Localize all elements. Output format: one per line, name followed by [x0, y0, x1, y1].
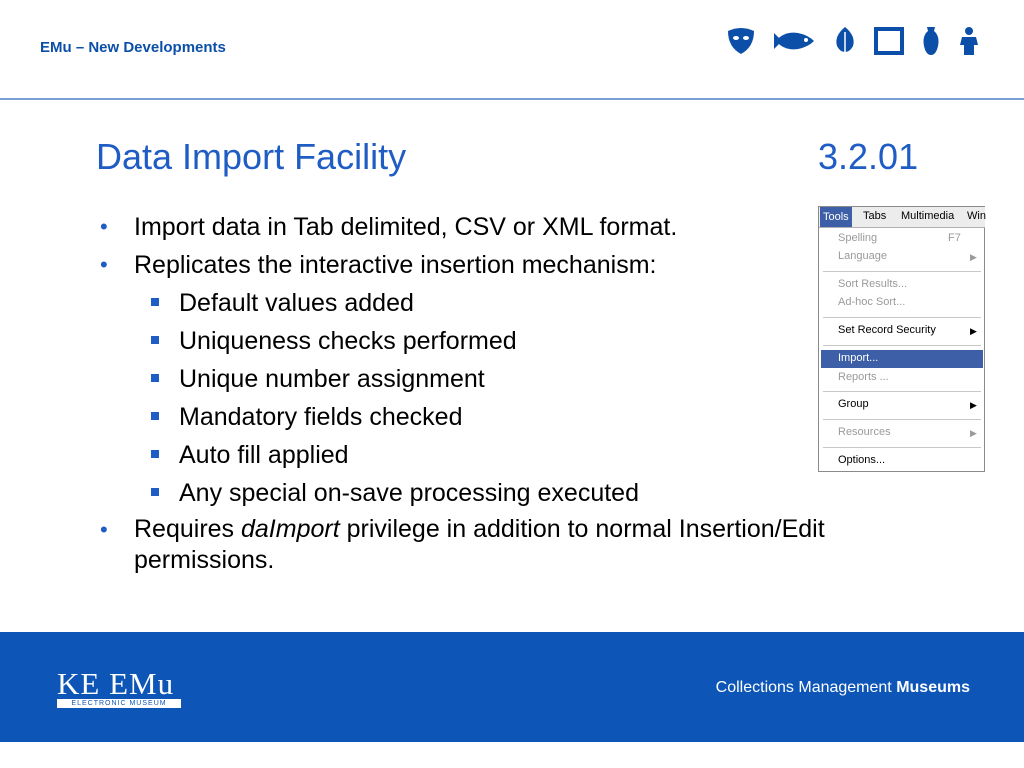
- bullet-list: Import data in Tab delimited, CSV or XML…: [96, 210, 936, 576]
- bottom-strip: [0, 742, 1024, 768]
- footer-tagline: Collections Management Museums: [716, 679, 970, 697]
- sub-bullet-item: Unique number assignment: [96, 362, 936, 396]
- slide-number: 3.2.01: [818, 136, 919, 177]
- menu-separator: [823, 419, 981, 420]
- submenu-arrow-icon: ▶: [970, 400, 977, 410]
- menubar-tabs[interactable]: Tabs: [863, 210, 886, 222]
- ke-emu-logo: KE EMu: [57, 666, 175, 701]
- bullet-item: Import data in Tab delimited, CSV or XML…: [96, 210, 936, 244]
- header-icons: [726, 26, 980, 56]
- sub-bullet-item: Auto fill applied: [96, 438, 936, 472]
- slide-title: Data Import Facility: [96, 136, 407, 177]
- menu-item-reports[interactable]: Reports ...: [838, 371, 889, 383]
- sub-bullet-item: Uniqueness checks performed: [96, 324, 936, 358]
- vase-icon: [923, 27, 939, 55]
- tools-menu-screenshot: Tools Tabs Multimedia Win Spelling F7 La…: [818, 206, 986, 472]
- figure-icon: [960, 27, 978, 55]
- menubar-tools[interactable]: Tools: [820, 207, 852, 227]
- menu-item-import[interactable]: Import...: [838, 352, 878, 364]
- menu-separator: [823, 447, 981, 448]
- header-title: EMu – New Developments: [40, 39, 226, 56]
- menu-item-set-record-security[interactable]: Set Record Security: [838, 324, 936, 336]
- submenu-arrow-icon: ▶: [970, 326, 977, 336]
- privilege-name: daImport: [241, 515, 340, 543]
- submenu-arrow-icon: ▶: [970, 252, 977, 262]
- leaf-icon: [836, 27, 854, 56]
- tagline-text: Collections Management: [715, 679, 897, 696]
- menu-separator: [823, 317, 981, 318]
- menu-item-sort-results[interactable]: Sort Results...: [838, 278, 907, 290]
- menu-separator: [823, 391, 981, 392]
- menu-item-adhoc-sort[interactable]: Ad-hoc Sort...: [838, 296, 905, 308]
- tagline-bold: Museums: [896, 679, 970, 696]
- bullet-item: Replicates the interactive insertion mec…: [96, 248, 936, 282]
- menubar-window[interactable]: Win: [967, 210, 986, 222]
- sub-bullet-item: Default values added: [96, 286, 936, 320]
- fish-icon: [774, 32, 814, 50]
- menu-item-resources[interactable]: Resources: [838, 426, 891, 438]
- bullet-item: Requires daImport privilege in addition …: [96, 514, 936, 576]
- sub-bullet-item: Mandatory fields checked: [96, 400, 936, 434]
- menu-item-group[interactable]: Group: [838, 398, 869, 410]
- menu-item-options[interactable]: Options...: [838, 454, 885, 466]
- sub-bullet-item: Any special on-save processing executed: [96, 476, 936, 510]
- frame-icon: [874, 27, 904, 55]
- menu-item-language[interactable]: Language: [838, 250, 887, 262]
- menu-separator: [823, 271, 981, 272]
- menu-separator: [823, 345, 981, 346]
- shortcut-label: F7: [948, 232, 961, 244]
- mask-icon: [728, 28, 754, 54]
- menubar-multimedia[interactable]: Multimedia: [901, 210, 954, 222]
- header-divider: [0, 98, 1024, 100]
- bullet-text: Requires: [134, 515, 241, 543]
- logo-subtitle: ELECTRONIC MUSEUM: [71, 700, 167, 707]
- menu-item-spelling[interactable]: Spelling: [838, 232, 877, 244]
- submenu-arrow-icon: ▶: [970, 428, 977, 438]
- menu-bar: Tools Tabs Multimedia Win: [819, 207, 986, 228]
